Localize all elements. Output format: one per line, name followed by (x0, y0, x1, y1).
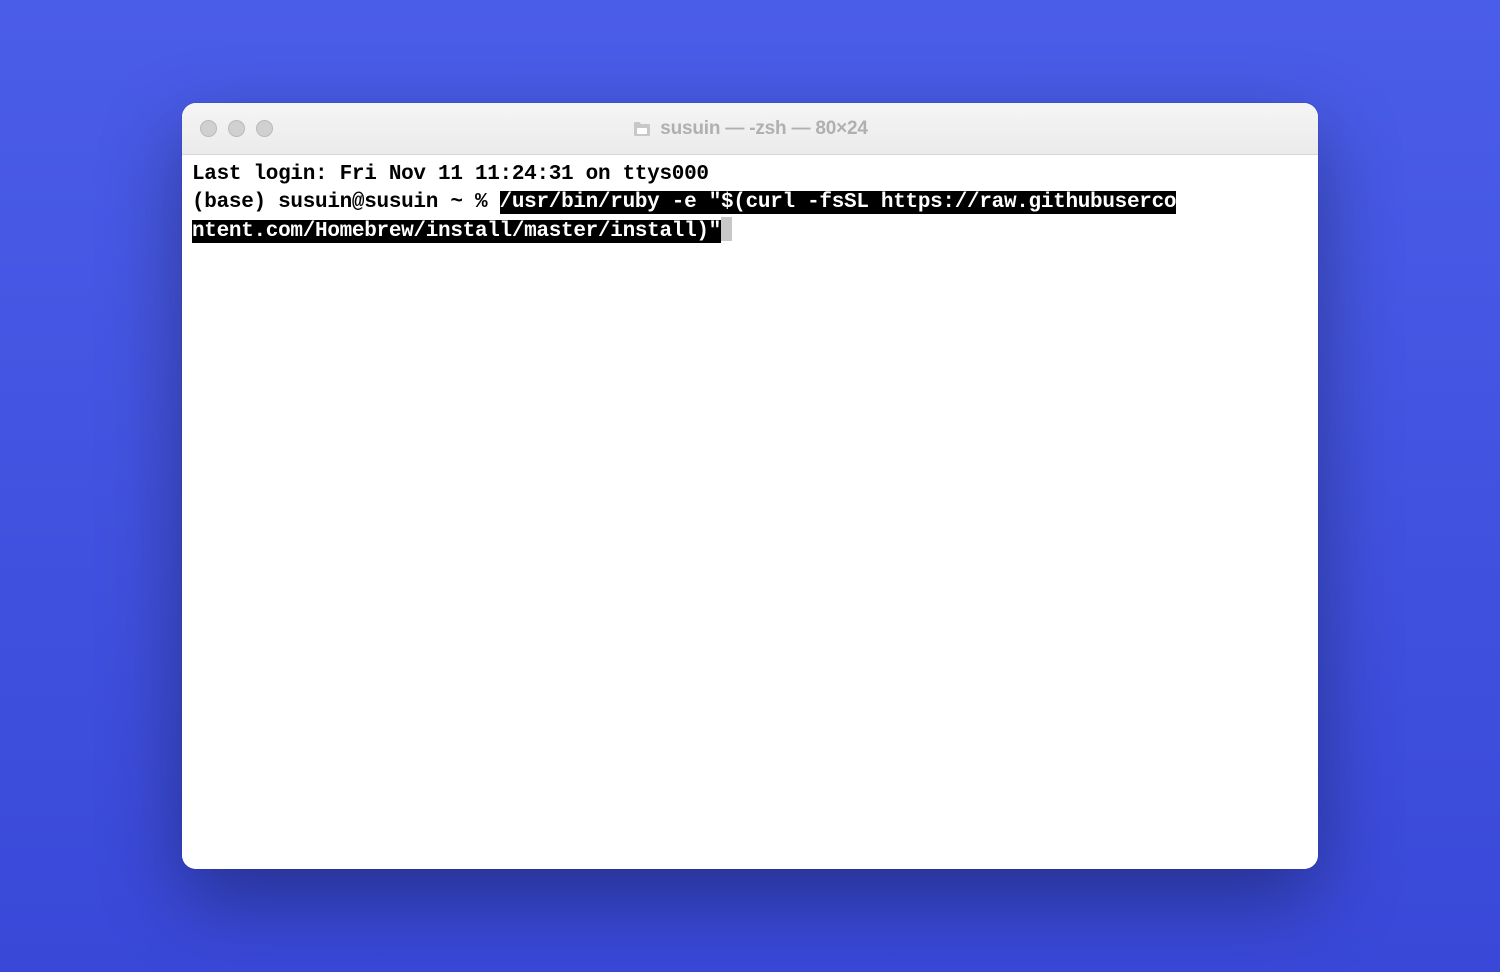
maximize-button[interactable] (256, 120, 273, 137)
terminal-body[interactable]: Last login: Fri Nov 11 11:24:31 on ttys0… (182, 155, 1318, 869)
minimize-button[interactable] (228, 120, 245, 137)
last-login-line: Last login: Fri Nov 11 11:24:31 on ttys0… (192, 161, 1308, 189)
command-line: (base) susuin@susuin ~ % /usr/bin/ruby -… (192, 189, 1308, 217)
title-bar[interactable]: susuin — -zsh — 80×24 (182, 103, 1318, 155)
command-text-selected-2[interactable]: ntent.com/Homebrew/install/master/instal… (192, 220, 721, 243)
folder-icon (632, 120, 652, 138)
text-cursor (721, 217, 732, 241)
window-title: susuin — -zsh — 80×24 (182, 118, 1318, 140)
command-text-selected-1[interactable]: /usr/bin/ruby -e "$(curl -fsSL https://r… (500, 191, 1177, 214)
terminal-window: susuin — -zsh — 80×24 Last login: Fri No… (182, 103, 1318, 869)
window-controls (200, 120, 273, 137)
window-title-text: susuin — -zsh — 80×24 (660, 118, 868, 140)
command-line-2: ntent.com/Homebrew/install/master/instal… (192, 217, 1308, 246)
shell-prompt: (base) susuin@susuin ~ % (192, 191, 500, 214)
close-button[interactable] (200, 120, 217, 137)
